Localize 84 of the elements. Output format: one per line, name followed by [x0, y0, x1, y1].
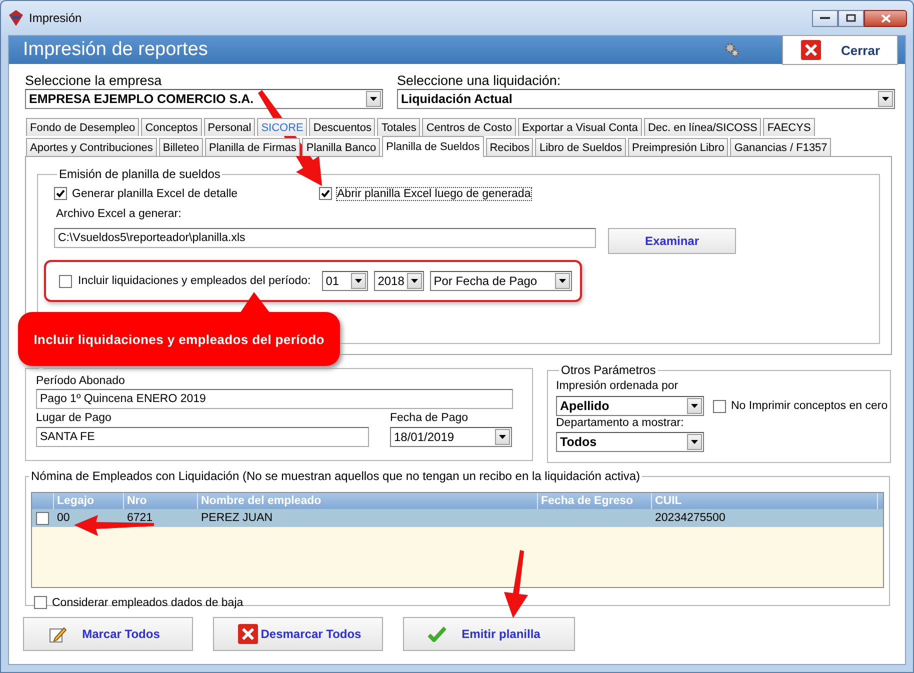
table-cell-text: PEREZ JUAN [200, 511, 274, 526]
field-label: Seleccione la empresa [25, 73, 163, 88]
tab[interactable]: Planilla de Firmas [204, 138, 300, 156]
field-label: Lugar de Pago [36, 412, 112, 424]
tab[interactable]: Libro de Sueldos [535, 138, 626, 156]
checkbox-label[interactable]: Incluir liquidaciones y empleados del período: [78, 275, 311, 287]
dropdown-arrow-icon[interactable] [370, 97, 377, 101]
close-icon [238, 624, 258, 644]
close-button[interactable] [864, 10, 907, 26]
checkbox[interactable] [713, 400, 726, 412]
window-title: Impresión [29, 11, 82, 25]
checkbox[interactable] [59, 274, 72, 288]
table-cell-text: 00 [56, 511, 71, 526]
dropdown-arrow-icon[interactable] [691, 404, 698, 408]
checkbox[interactable] [319, 187, 332, 200]
checkmark-icon [428, 626, 446, 642]
date-mode-dropdown[interactable]: Por Fecha de Pago [430, 271, 572, 291]
checkbox-label[interactable]: Generar planilla Excel de detalle [72, 188, 238, 200]
tab[interactable]: Totales [377, 118, 420, 136]
page-title: Impresión de reportes [23, 39, 208, 61]
action-button[interactable]: Marcar Todos [23, 617, 193, 651]
close-button[interactable]: Cerrar [782, 35, 898, 65]
field-label: Período Abonado [36, 375, 126, 387]
action-button[interactable]: Emitir planilla [403, 617, 575, 651]
minimize-button[interactable] [812, 10, 838, 26]
tab[interactable]: Fondo de Desempleo [26, 118, 140, 136]
tab[interactable]: Centros de Costo [422, 118, 516, 136]
field-label: Impresión ordenada por [556, 380, 680, 392]
tab[interactable]: Exportar a Visual Conta [518, 118, 642, 136]
tab[interactable]: Recibos [486, 138, 534, 156]
tab[interactable]: Planilla Banco [302, 138, 380, 156]
close-icon [801, 40, 821, 60]
place-field[interactable]: SANTA FE [36, 427, 369, 447]
action-button[interactable]: Desmarcar Todos [213, 617, 383, 651]
tab[interactable]: Personal [204, 118, 256, 136]
tab[interactable]: Descuentos [309, 118, 376, 136]
checkbox[interactable] [36, 512, 49, 524]
tab[interactable]: Billeteo [158, 138, 203, 156]
field-label: Fecha de Pago [390, 412, 470, 424]
callout-pointer [240, 292, 270, 313]
checkbox[interactable] [54, 187, 67, 200]
close-icon [880, 14, 890, 22]
maximize-icon [846, 14, 856, 22]
period-field[interactable]: Pago 1º Quincena ENERO 2019 [36, 389, 513, 409]
dropdown-arrow-icon[interactable] [558, 279, 566, 283]
checkbox-label[interactable]: No Imprimir conceptos en cero [731, 400, 888, 412]
year-dropdown[interactable]: 2018 [374, 271, 424, 291]
dropdown-arrow-icon[interactable] [354, 279, 362, 283]
checkbox[interactable] [34, 596, 47, 609]
maximize-button[interactable] [838, 10, 864, 26]
dropdown-arrow-icon[interactable] [499, 435, 506, 439]
group-title: Otros Parámetros [560, 363, 657, 377]
group-title: Emisión de planilla de sueldos [58, 167, 222, 181]
browse-button[interactable]: Examinar [608, 228, 736, 254]
liquidation-dropdown[interactable]: Liquidación Actual [397, 89, 895, 109]
gears-icon[interactable] [724, 42, 740, 58]
dropdown-arrow-icon[interactable] [410, 279, 418, 283]
tab[interactable]: SICORE [257, 118, 308, 136]
checkbox-label[interactable]: Considerar empleados dados de baja [52, 596, 244, 608]
minimize-icon [820, 16, 830, 20]
tab[interactable]: Conceptos [141, 118, 202, 136]
dropdown-arrow-icon[interactable] [691, 440, 698, 444]
checkbox-label[interactable]: Abrir planilla Excel luego de generada [337, 188, 531, 200]
tab[interactable]: Planilla de Sueldos [382, 136, 484, 157]
file-path-field[interactable]: C:\Vsueldos5\reporteador\planilla.xls [54, 228, 596, 248]
tab[interactable]: Aportes y Contribuciones [26, 138, 157, 156]
app-logo-icon [9, 10, 23, 26]
date-dropdown[interactable]: 18/01/2019 [390, 427, 512, 447]
table-row[interactable]: 00 6721 PEREZ JUAN 20234275500 [32, 509, 883, 527]
field-label: Departamento a mostrar: [556, 417, 685, 429]
tab[interactable]: Preimpresión Libro [628, 138, 728, 156]
department-dropdown[interactable]: Todos [556, 432, 704, 452]
company-dropdown[interactable]: EMPRESA EJEMPLO COMERCIO S.A. [25, 89, 383, 109]
tab[interactable]: Ganancias / F1357 [730, 138, 832, 156]
month-dropdown[interactable]: 01 [322, 271, 368, 291]
group-title: Nómina de Empleados con Liquidación (No se muestran aquellos que no tengan un recibo en la liquidación activa) [30, 469, 642, 483]
tab[interactable]: FAECYS [763, 118, 815, 136]
field-label: Archivo Excel a generar: [56, 208, 182, 220]
tab[interactable]: Dec. en línea/SICOSS [644, 118, 762, 136]
dropdown-arrow-icon[interactable] [882, 97, 889, 101]
table-cell-text: 6721 [126, 511, 154, 526]
order-dropdown[interactable]: Apellido [556, 396, 704, 416]
table-cell-text: 20234275500 [654, 511, 726, 526]
field-label: Seleccione una liquidación: [397, 73, 562, 88]
